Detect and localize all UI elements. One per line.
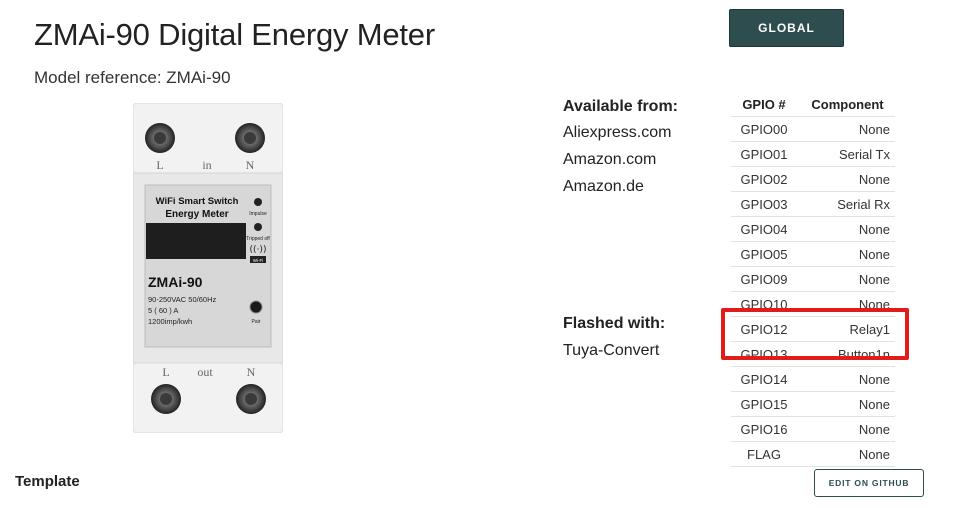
- terminal-screw-icon: [151, 384, 181, 414]
- gpio-pin: FLAG: [747, 446, 781, 462]
- store-link[interactable]: Amazon.de: [563, 179, 671, 206]
- pair-label: Pair: [252, 319, 261, 325]
- gpio-pin: GPIO14: [740, 371, 788, 387]
- terminal-label: L: [156, 158, 163, 172]
- table-row: GPIO15 None: [731, 391, 895, 416]
- gpio-component: Serial Rx: [837, 196, 890, 212]
- table-row: GPIO05 None: [731, 241, 895, 266]
- device-spec: 5 ( 60 ) A: [148, 306, 178, 315]
- terminal-label: N: [246, 158, 255, 172]
- gpio-pin: GPIO03: [740, 196, 788, 212]
- table-row: GPIO01 Serial Tx: [731, 141, 895, 166]
- table-row: GPIO09 None: [731, 266, 895, 291]
- gpio-pin: GPIO15: [740, 396, 788, 412]
- gpio-pin: GPIO04: [740, 221, 788, 237]
- device-brand-line1: WiFi Smart Switch: [156, 196, 239, 207]
- terminal-label: N: [247, 365, 256, 379]
- gpio-pin: GPIO01: [740, 146, 788, 162]
- tripped-led-icon: [254, 223, 262, 231]
- device-image: L in N WiFi Smart Switch Energy Meter Im…: [133, 103, 283, 433]
- store-link[interactable]: Amazon.com: [563, 152, 671, 179]
- store-list: Aliexpress.com Amazon.com Amazon.de: [563, 125, 671, 206]
- terminal-label: in: [202, 158, 211, 172]
- gpio-pin: GPIO02: [740, 171, 788, 187]
- table-row: GPIO00 None: [731, 116, 895, 141]
- tripped-label: Tripped off: [246, 236, 270, 242]
- table-row: GPIO04 None: [731, 216, 895, 241]
- impulse-led-icon: [254, 198, 262, 206]
- page-title: ZMAi-90 Digital Energy Meter: [34, 17, 435, 52]
- gpio-component: None: [858, 246, 890, 262]
- wifi-icon: ((·)): [250, 245, 267, 255]
- table-row: GPIO03 Serial Rx: [731, 191, 895, 216]
- gpio-pin: GPIO09: [740, 271, 788, 287]
- model-reference: Model reference: ZMAi-90: [34, 68, 231, 87]
- wifi-label: Wi-Fi: [253, 258, 264, 263]
- component-column-header: Component: [811, 96, 884, 112]
- gpio-column-header: GPIO #: [742, 96, 786, 112]
- global-button[interactable]: GLOBAL: [729, 9, 844, 47]
- terminal-screw-icon: [235, 123, 265, 153]
- table-row: GPIO16 None: [731, 416, 895, 441]
- gpio-component: None: [858, 171, 890, 187]
- gpio-table: GPIO # Component GPIO00 None GPIO01 Serial…: [731, 92, 895, 467]
- gpio-component: None: [858, 271, 890, 287]
- terminal-screw-icon: [145, 123, 175, 153]
- available-from-heading: Available from:: [563, 98, 678, 115]
- gpio-component: None: [858, 396, 890, 412]
- table-row: GPIO14 None: [731, 366, 895, 391]
- pair-button-icon: [249, 300, 263, 314]
- gpio-component: None: [858, 446, 890, 462]
- terminal-label: out: [197, 365, 213, 379]
- gpio-pin: GPIO16: [740, 421, 788, 437]
- device-brand-line2: Energy Meter: [165, 209, 228, 220]
- impulse-label: Impulse: [249, 211, 267, 217]
- gpio-table-header: GPIO # Component: [731, 92, 895, 116]
- gpio-pin: GPIO00: [740, 121, 788, 137]
- template-heading: Template: [15, 473, 80, 490]
- terminal-label: L: [162, 365, 169, 379]
- table-row: GPIO02 None: [731, 166, 895, 191]
- device-spec: 90-250VAC 50/60Hz: [148, 295, 216, 304]
- gpio-pin: GPIO05: [740, 246, 788, 262]
- device-spec: 1200imp/kwh: [148, 317, 192, 326]
- terminal-screw-icon: [236, 384, 266, 414]
- flashed-with-heading: Flashed with:: [563, 315, 666, 332]
- gpio-component: None: [858, 121, 890, 137]
- gpio-component: Serial Tx: [838, 146, 890, 162]
- flashed-with-value: Tuya-Convert: [563, 342, 660, 359]
- table-row: FLAG None: [731, 441, 895, 467]
- edit-on-github-button[interactable]: EDIT ON GITHUB: [814, 469, 924, 497]
- store-link[interactable]: Aliexpress.com: [563, 125, 671, 152]
- gpio-component: None: [858, 421, 890, 437]
- highlight-box: [721, 308, 909, 360]
- gpio-component: None: [858, 371, 890, 387]
- gpio-component: None: [858, 221, 890, 237]
- device-model: ZMAi-90: [148, 274, 203, 290]
